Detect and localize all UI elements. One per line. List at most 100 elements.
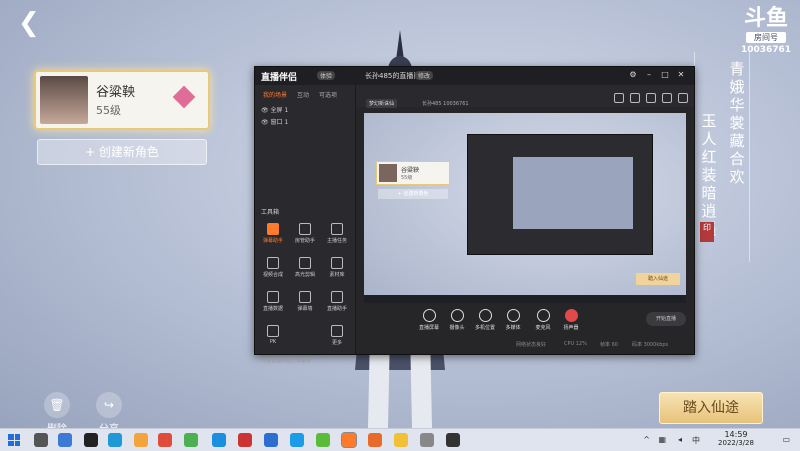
app-icon[interactable] <box>290 433 304 447</box>
firefox-icon[interactable] <box>368 433 382 447</box>
ctrl-label: 扬声器 <box>563 325 579 331</box>
ctrl-label: 多媒体 <box>505 325 521 331</box>
tool-label: 弹幕助手 <box>262 238 283 244</box>
ctrl-multicam[interactable]: 多机位置 <box>470 309 500 331</box>
tool-video[interactable]: 视频合成 <box>259 257 287 278</box>
moderator-icon <box>299 223 311 235</box>
maximize-icon[interactable]: □ <box>660 70 670 80</box>
room-edit-tag[interactable]: 修改 <box>415 71 434 80</box>
tasks-icon <box>331 223 343 235</box>
chrome-icon[interactable] <box>184 433 198 447</box>
minimize-icon[interactable]: – <box>644 70 654 80</box>
network-icon[interactable]: ▦ <box>658 435 666 444</box>
poem-line-1: 青娥华裳藏合欢 <box>729 60 745 186</box>
create-character-button[interactable]: + 创建新角色 <box>37 139 207 165</box>
app-icon[interactable] <box>264 433 278 447</box>
character-name: 谷粱鞅 <box>96 85 136 100</box>
app-main: 梦幻新诛仙 长孙485 10036761 谷粱鞅 55级 + 创建新角色 踏入仙… <box>356 85 694 354</box>
preview-character-name: 谷粱鞅 <box>401 167 420 174</box>
room-title[interactable]: 长孙485的直播间 <box>365 71 420 81</box>
app-icon[interactable] <box>420 433 434 447</box>
preview-avatar <box>379 164 397 182</box>
data-icon <box>267 291 279 303</box>
app-icon[interactable] <box>134 433 148 447</box>
bell-icon[interactable] <box>662 93 672 103</box>
enter-game-button[interactable]: 踏入仙途 <box>659 392 763 424</box>
app-sidebar: 我的场景 互动 可选项 👁 全屏 1 👁 窗口 1 工具箱 弹幕助手 房管助手 … <box>255 85 356 364</box>
character-avatar <box>40 76 88 124</box>
assets-icon <box>331 257 343 269</box>
taskbar-clock[interactable]: 14:59 2022/3/28 <box>706 430 766 447</box>
tool-pk[interactable]: PK <box>259 325 287 345</box>
windows-taskbar: ^ ▦ ◂ 中 14:59 2022/3/28 ▭ <box>0 428 800 451</box>
ctrl-speaker[interactable]: 扬声器 <box>556 309 586 331</box>
speaker-icon <box>564 309 578 322</box>
nested-app-window <box>467 134 653 255</box>
tool-highlight[interactable]: 高光剪辑 <box>291 257 319 278</box>
room-id: 长孙485 10036761 <box>422 101 469 107</box>
multicam-icon <box>478 309 492 322</box>
tool-label: 直播数据 <box>262 306 283 312</box>
ctrl-screen[interactable]: 直播屏幕 <box>414 309 444 331</box>
tool-danmaku[interactable]: 弹幕助手 <box>259 223 287 244</box>
ctrl-camera[interactable]: 摄像头 <box>442 309 472 331</box>
notification-icon[interactable]: ▭ <box>782 435 790 444</box>
layout-icon[interactable] <box>614 93 624 103</box>
game-icon[interactable] <box>446 433 460 447</box>
app-icon[interactable] <box>84 433 98 447</box>
tool-wall[interactable]: 弹幕墙 <box>291 291 319 312</box>
chrome-icon[interactable] <box>158 433 172 447</box>
app-version-badge: 体验 <box>317 71 336 80</box>
trash-icon: 🗑 <box>44 392 70 418</box>
tool-label: 素材库 <box>329 272 345 278</box>
poem-line-2: 玉人红装暗逍遥 <box>701 112 717 238</box>
streaming-app-icon[interactable] <box>341 432 357 448</box>
start-icon[interactable] <box>8 434 20 446</box>
app-titlebar[interactable]: 直播伴侣 体验 长孙485的直播间 修改 ⚙ – □ ✕ <box>255 67 694 85</box>
ime-indicator[interactable]: 中 <box>692 435 700 446</box>
tool-more[interactable]: 更多 <box>323 325 351 346</box>
stat-network: 网络状态良好 <box>516 342 547 348</box>
edge-icon[interactable] <box>108 433 122 447</box>
tray-arrow-icon[interactable]: ^ <box>643 435 650 444</box>
wall-icon <box>299 291 311 303</box>
app-logo: 直播伴侣 <box>261 73 298 83</box>
tab-interact[interactable]: 互动 <box>297 90 309 99</box>
wechat-icon[interactable] <box>316 433 330 447</box>
start-live-button[interactable]: 开始直播 <box>646 312 686 326</box>
ctrl-media[interactable]: 多媒体 <box>498 309 528 331</box>
back-arrow-icon[interactable]: ❮ <box>18 10 52 36</box>
tool-assistant[interactable]: 直播助手 <box>323 291 351 312</box>
close-icon[interactable]: ✕ <box>676 70 686 80</box>
expand-icon[interactable] <box>678 93 688 103</box>
scene-item-window[interactable]: 👁 窗口 1 <box>261 117 288 126</box>
tool-label: 主播任务 <box>326 238 347 244</box>
tool-label: PK <box>269 339 277 345</box>
app-icon[interactable] <box>394 433 408 447</box>
mail-icon[interactable] <box>58 433 72 447</box>
tab-scenes[interactable]: 我的场景 <box>263 90 287 99</box>
character-card[interactable]: 谷粱鞅 55级 <box>34 70 210 130</box>
lock-icon[interactable] <box>630 93 640 103</box>
download-icon <box>299 257 311 269</box>
volume-icon[interactable]: ◂ <box>678 435 682 444</box>
search-icon[interactable] <box>34 433 48 447</box>
clock-time: 14:59 <box>724 430 748 439</box>
character-level: 55级 <box>96 104 121 117</box>
share-icon[interactable] <box>646 93 656 103</box>
category-chip[interactable]: 梦幻新诛仙 <box>366 99 398 108</box>
settings-icon[interactable]: ⚙ <box>628 70 638 80</box>
stream-preview[interactable]: 谷粱鞅 55级 + 创建新角色 踏入仙途 <box>364 113 686 303</box>
app-icon[interactable] <box>212 433 226 447</box>
status-line: 斗鱼直播伴侣已准备好 <box>261 358 312 364</box>
tool-moderator[interactable]: 房管助手 <box>291 223 319 244</box>
scene-item-fullscreen[interactable]: 👁 全屏 1 <box>261 105 288 114</box>
streaming-app-window[interactable]: 直播伴侣 体验 长孙485的直播间 修改 ⚙ – □ ✕ 我的场景 互动 可选项… <box>254 66 695 364</box>
tool-assets[interactable]: 素材库 <box>323 257 351 278</box>
ctrl-mic[interactable]: 麦克风 <box>528 309 558 331</box>
app-icon[interactable] <box>238 433 252 447</box>
stats-bar: 网络状态良好 CPU 12% 帧率 60 码率 3000kbps <box>356 341 694 353</box>
tool-data[interactable]: 直播数据 <box>259 291 287 312</box>
tool-tasks[interactable]: 主播任务 <box>323 223 351 244</box>
tab-options[interactable]: 可选项 <box>319 90 337 99</box>
